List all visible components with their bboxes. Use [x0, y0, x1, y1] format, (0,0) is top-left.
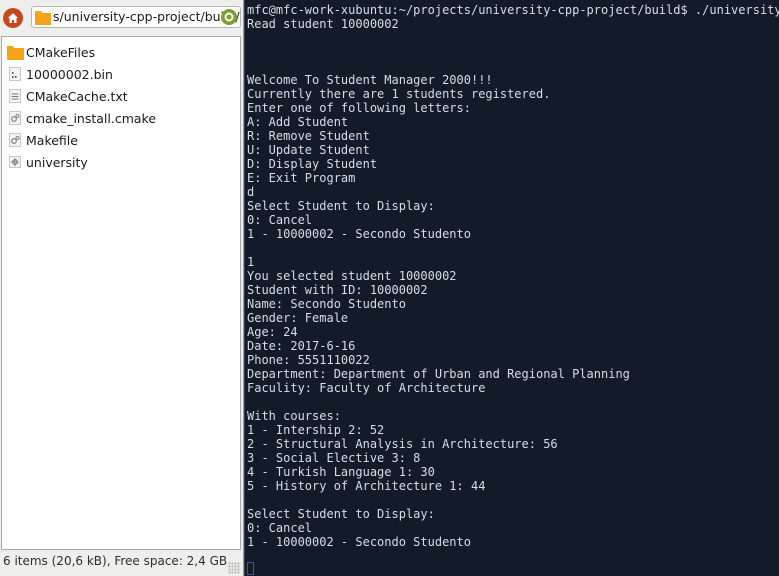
- terminal-line: Age: 24: [247, 325, 298, 339]
- file-name: CMakeCache.txt: [26, 88, 128, 104]
- file-item-bin[interactable]: 10000002.bin: [6, 64, 113, 84]
- terminal-line: Select Student to Display:: [247, 507, 435, 521]
- text-file-icon: [6, 87, 24, 105]
- terminal-line: You selected student 10000002: [247, 269, 457, 283]
- file-name: university: [26, 154, 88, 170]
- terminal-line: Enter one of following letters:: [247, 101, 471, 115]
- folder-icon: [6, 43, 24, 61]
- terminal-line: 1 - 10000002 - Secondo Studento: [247, 227, 471, 241]
- terminal-line: Read student 10000002: [247, 17, 399, 31]
- file-manager-panel: s/university-cpp-project/build/ CMakeFil…: [0, 0, 244, 576]
- terminal-line: Date: 2017-6-16: [247, 339, 356, 353]
- terminal-line: 0: Cancel: [247, 521, 313, 535]
- terminal-line: A: Add Student: [247, 115, 349, 129]
- terminal-line: Currently there are 1 students registere…: [247, 87, 551, 101]
- file-name: CMakeFiles: [26, 44, 96, 60]
- file-list[interactable]: CMakeFiles 10000002.bin CMakeCache.txt c…: [1, 36, 241, 550]
- home-button[interactable]: [3, 8, 23, 28]
- resize-grip[interactable]: [228, 562, 240, 574]
- terminal-line: 1: [247, 255, 255, 269]
- terminal-line: Faculity: Faculty of Architecture: [247, 381, 486, 395]
- terminal-line: 5 - History of Architecture 1: 44: [247, 479, 486, 493]
- location-bar[interactable]: s/university-cpp-project/build/: [31, 6, 241, 28]
- terminal-line: mfc@mfc-work-xubuntu:~/projects/universi…: [247, 3, 779, 17]
- location-path[interactable]: s/university-cpp-project/build/: [53, 9, 240, 25]
- file-item-cmake-install[interactable]: cmake_install.cmake: [6, 108, 156, 128]
- file-manager-toolbar: s/university-cpp-project/build/: [0, 0, 243, 36]
- binary-file-icon: [6, 65, 24, 83]
- terminal-line: Select Student to Display:: [247, 199, 435, 213]
- file-name: Makefile: [26, 132, 78, 148]
- terminal-line: E: Exit Program: [247, 171, 356, 185]
- file-item-university[interactable]: university: [6, 152, 88, 172]
- terminal-line: Phone: 5551110022: [247, 353, 370, 367]
- terminal-line: Gender: Female: [247, 311, 349, 325]
- file-name: 10000002.bin: [26, 66, 113, 82]
- terminal-line: U: Update Student: [247, 143, 370, 157]
- home-icon: [8, 13, 18, 23]
- terminal-line: Department: Department of Urban and Regi…: [247, 367, 630, 381]
- terminal-line: 4 - Turkish Language 1: 30: [247, 465, 435, 479]
- terminal-line: Name: Secondo Studento: [247, 297, 406, 311]
- terminal-line: D: Display Student: [247, 157, 378, 171]
- script-file-icon: [6, 131, 24, 149]
- refresh-icon: [224, 12, 234, 22]
- file-item-cmakefiles[interactable]: CMakeFiles: [6, 42, 95, 62]
- status-bar-text: 6 items (20,6 kB), Free space: 2,4 GB: [3, 554, 228, 568]
- terminal-line: 1 - 10000002 - Secondo Studento: [247, 535, 471, 549]
- folder-icon: [35, 11, 51, 25]
- terminal-window[interactable]: mfc@mfc-work-xubuntu:~/projects/universi…: [244, 0, 779, 576]
- terminal-line: 0: Cancel: [247, 213, 313, 227]
- refresh-button[interactable]: [221, 9, 237, 25]
- terminal-line: 2 - Structural Analysis in Architecture:…: [247, 437, 558, 451]
- file-name: cmake_install.cmake: [26, 110, 157, 126]
- file-item-cmakecache[interactable]: CMakeCache.txt: [6, 86, 128, 106]
- terminal-line: Welcome To Student Manager 2000!!!: [247, 73, 493, 87]
- terminal-cursor: [247, 562, 254, 575]
- file-item-makefile[interactable]: Makefile: [6, 130, 78, 150]
- terminal-line: R: Remove Student: [247, 129, 370, 143]
- terminal-line: d: [247, 185, 255, 199]
- terminal-line: With courses:: [247, 409, 341, 423]
- script-file-icon: [6, 109, 24, 127]
- terminal-line: 1 - Intership 2: 52: [247, 423, 385, 437]
- terminal-output: mfc@mfc-work-xubuntu:~/projects/universi…: [247, 3, 779, 549]
- terminal-line: 3 - Social Elective 3: 8: [247, 451, 421, 465]
- executable-icon: [6, 153, 24, 171]
- terminal-line: Student with ID: 10000002: [247, 283, 428, 297]
